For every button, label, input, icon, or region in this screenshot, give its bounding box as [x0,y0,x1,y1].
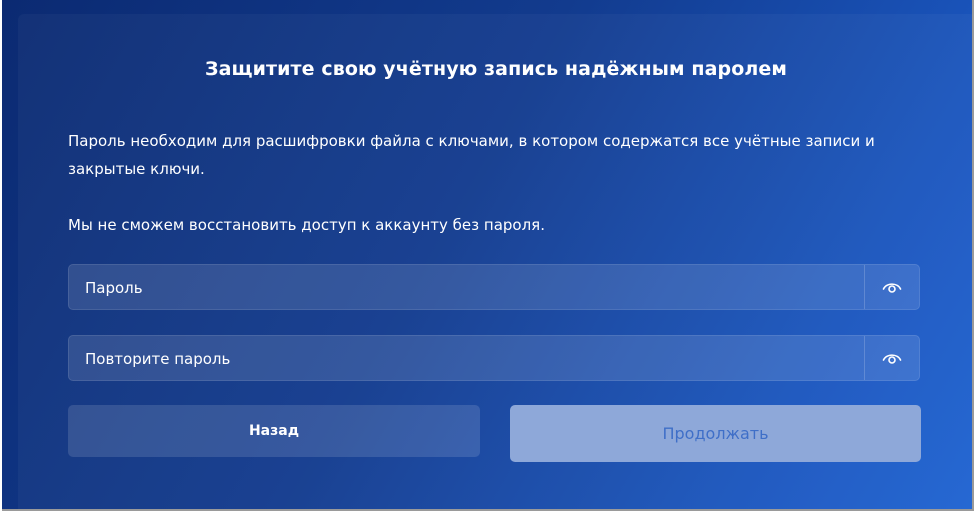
back-button[interactable]: Назад [68,405,480,457]
dialog-title: Защитите свою учётную запись надёжным па… [205,58,787,80]
continue-button[interactable]: Продолжать [510,405,921,462]
password-placeholder: Пароль [85,279,143,297]
password-field[interactable]: Пароль [68,264,920,310]
repeat-password-field[interactable]: Повторите пароль [68,335,920,381]
description-paragraph-2: Мы не сможем восстановить доступ к аккау… [68,216,545,234]
repeat-password-placeholder: Повторите пароль [85,350,231,368]
eye-icon[interactable] [865,336,919,380]
description-paragraph-1: Пароль необходим для расшифровки файла с… [68,132,875,178]
window-frame: Защитите свою учётную запись надёжным па… [2,0,974,511]
eye-icon[interactable] [865,265,919,309]
